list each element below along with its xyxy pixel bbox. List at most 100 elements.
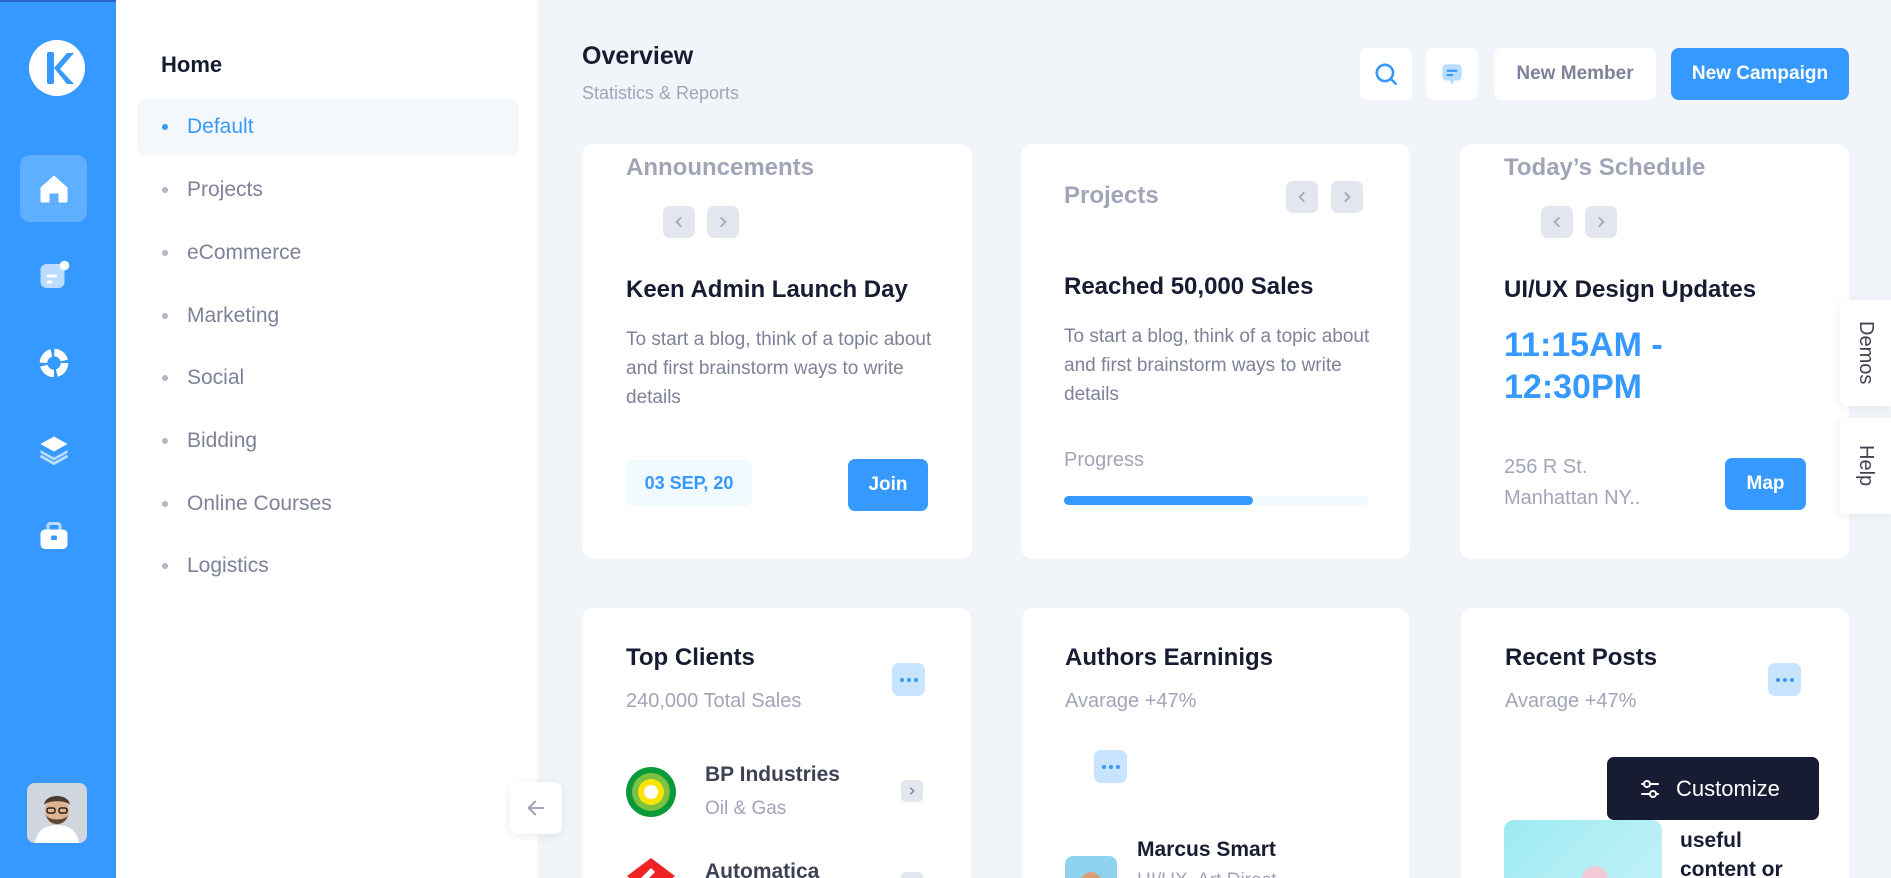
customize-label: Customize: [1676, 775, 1780, 801]
schedule-time: 11:15AM - 12:30PM: [1504, 326, 1663, 406]
demos-tab[interactable]: Demos: [1840, 300, 1891, 406]
menu-item-label: Default: [187, 115, 254, 138]
support-ring-icon[interactable]: [20, 329, 87, 396]
next-button[interactable]: [707, 206, 739, 238]
chevron-left-icon: [1298, 192, 1305, 202]
automatica-logo-icon: [625, 856, 677, 878]
announcement-text: To start a blog, think of a topic about …: [626, 329, 932, 408]
progress-fill: [1064, 496, 1254, 505]
menu-bullet: [162, 187, 168, 193]
customize-button[interactable]: Customize: [1607, 757, 1819, 820]
address-line: 256 R St.: [1504, 456, 1588, 478]
progress-bar: [1064, 496, 1369, 505]
chevron-right-icon: [910, 787, 915, 795]
menu-bullet: [162, 313, 168, 319]
arrow-left-icon: [527, 800, 545, 816]
menu-item-label: Bidding: [187, 429, 258, 452]
menu-item-bidding[interactable]: Bidding: [137, 413, 519, 469]
prev-button[interactable]: [1286, 181, 1318, 213]
demos-tab-label: Demos: [1855, 321, 1877, 385]
collapse-aside-button[interactable]: [510, 782, 562, 834]
menu-item-label: Social: [187, 366, 245, 389]
menu-item-label: Online Courses: [187, 492, 332, 515]
menu-item-online-courses[interactable]: Online Courses: [137, 476, 519, 532]
new-member-button[interactable]: New Member: [1494, 48, 1656, 100]
notification-card-icon[interactable]: [20, 242, 87, 309]
prev-button[interactable]: [1541, 206, 1573, 238]
chevron-right-icon: [720, 217, 727, 227]
announcements-heading: Announcements: [626, 154, 815, 181]
messages-button[interactable]: [1426, 48, 1478, 100]
authors-earnings-card: Authors Earninigs Avarage +47% Marcus Sm…: [1022, 608, 1409, 878]
next-button[interactable]: [1331, 181, 1363, 213]
recent-posts-subtitle: Avarage +47%: [1505, 690, 1637, 712]
help-tab-label: Help: [1855, 445, 1877, 487]
schedule-heading: Today’s Schedule: [1504, 154, 1706, 181]
top-clients-subtitle: 240,000 Total Sales: [626, 690, 802, 712]
more-options-button[interactable]: [892, 663, 925, 696]
project-text: To start a blog, think of a topic about …: [1064, 326, 1370, 405]
menu-item-label: eCommerce: [187, 241, 302, 264]
menu-item-projects[interactable]: Projects: [137, 162, 519, 218]
client-open-button[interactable]: [901, 780, 923, 802]
projects-heading: Projects: [1064, 182, 1159, 209]
chevron-right-icon: [1344, 192, 1351, 202]
post-text[interactable]: useful content or: [1680, 826, 1820, 878]
search-button[interactable]: [1360, 48, 1412, 100]
recent-posts-title: Recent Posts: [1505, 644, 1658, 671]
menu-bullet: [162, 438, 168, 444]
post-thumbnail[interactable]: [1504, 820, 1662, 878]
client-sector: Oil & Gas: [705, 798, 787, 819]
menu-bullet: [162, 124, 168, 130]
top-clients-card: Top Clients 240,000 Total Sales BP Indus…: [582, 608, 971, 878]
schedule-address: 256 R St. Manhattan NY..: [1504, 452, 1640, 514]
sliders-icon: [1641, 779, 1659, 798]
next-button[interactable]: [1585, 206, 1617, 238]
more-options-button[interactable]: [1094, 750, 1127, 783]
menu-item-marketing[interactable]: Marketing: [137, 288, 519, 344]
announcement-title: Keen Admin Launch Day: [626, 276, 908, 303]
menu-item-default[interactable]: Default: [137, 99, 519, 155]
menu-bullet: [162, 563, 168, 569]
more-options-button[interactable]: [1768, 663, 1801, 696]
map-button[interactable]: Map: [1725, 458, 1806, 510]
author-avatar: [1065, 856, 1117, 878]
client-name[interactable]: Automatica: [705, 860, 819, 878]
new-campaign-button[interactable]: New Campaign: [1671, 48, 1849, 100]
authors-subtitle: Avarage +47%: [1065, 690, 1197, 712]
briefcase-icon[interactable]: [20, 503, 87, 570]
address-line: Manhattan NY..: [1504, 487, 1641, 509]
announcements-card: Announcements Keen Admin Launch Day To s…: [582, 144, 972, 559]
progress-label: Progress: [1064, 449, 1145, 471]
date-badge: 03 SEP, 20: [626, 460, 752, 506]
client-open-button[interactable]: [901, 872, 923, 878]
menu-item-logistics[interactable]: Logistics: [137, 538, 519, 594]
authors-title: Authors Earninigs: [1065, 644, 1274, 671]
menu-item-social[interactable]: Social: [137, 350, 519, 406]
join-button[interactable]: Join: [848, 459, 928, 511]
chevron-right-icon: [1598, 217, 1605, 227]
menu-bullet: [162, 250, 168, 256]
project-title: Reached 50,000 Sales: [1064, 273, 1314, 300]
icon-rail: [0, 0, 116, 878]
brand-logo-icon[interactable]: [29, 40, 85, 96]
layers-icon[interactable]: [20, 416, 87, 483]
author-name[interactable]: Marcus Smart: [1137, 838, 1276, 862]
projects-card: Projects Reached 50,000 Sales To start a…: [1021, 144, 1410, 559]
prev-button[interactable]: [663, 206, 695, 238]
chat-icon: [1442, 64, 1462, 85]
menu-section-title: Home: [161, 52, 223, 77]
menu-bullet: [162, 375, 168, 381]
help-tab[interactable]: Help: [1840, 418, 1891, 514]
schedule-card: Today’s Schedule UI/UX Design Updates 11…: [1460, 144, 1849, 559]
client-name[interactable]: BP Industries: [705, 763, 840, 787]
top-clients-title: Top Clients: [626, 644, 755, 671]
user-avatar[interactable]: [27, 783, 87, 843]
page-title: Overview: [582, 42, 694, 70]
menu-item-label: Projects: [187, 178, 263, 201]
chevron-left-icon: [1553, 217, 1560, 227]
menu-item-label: Logistics: [187, 554, 269, 577]
home-icon[interactable]: [20, 155, 87, 222]
menu-item-ecommerce[interactable]: eCommerce: [137, 225, 519, 281]
search-icon: [1375, 63, 1398, 86]
